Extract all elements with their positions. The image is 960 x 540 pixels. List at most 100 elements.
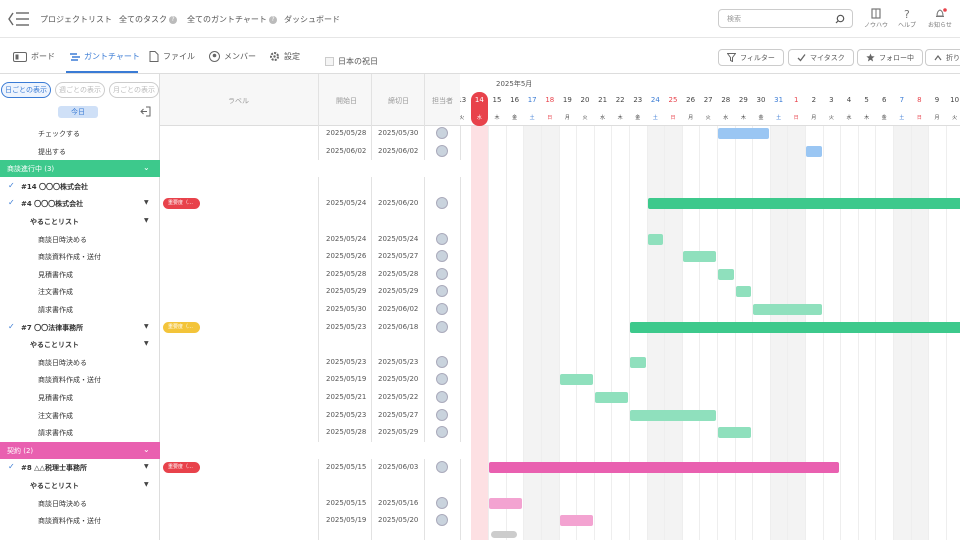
day-view-button[interactable]: 日ごとの表示 — [1, 82, 51, 98]
help-button[interactable]: ? ヘルプ — [892, 8, 922, 29]
table-row[interactable]: #14 〇〇〇株式会社 ✓ — [0, 178, 460, 196]
holiday-checkbox[interactable]: 日本の祝日 — [325, 56, 378, 67]
nav-all-tasks[interactable]: 全てのタスク? — [119, 14, 177, 25]
gantt-bar[interactable] — [630, 356, 646, 368]
start-column-header: 開始日 — [336, 97, 357, 105]
caret-down-icon[interactable]: ▼ — [144, 323, 149, 330]
check-icon: ✓ — [8, 180, 15, 190]
gantt-bar[interactable] — [718, 268, 734, 280]
chevron-down-icon[interactable]: ⌄ — [143, 445, 150, 454]
table-row[interactable]: 見積書作成 2025/05/28 2025/05/28 — [0, 266, 460, 284]
table-row[interactable]: やることリスト ▼ — [0, 213, 460, 231]
gantt-bar[interactable] — [718, 427, 752, 439]
chevron-down-icon[interactable]: ⌄ — [143, 163, 150, 172]
table-row[interactable]: やることリスト ▼ — [0, 477, 460, 495]
table-row[interactable]: #7 〇〇法律事務所 ✓ ▼ 重要度（… 2025/05/23 2025/06/18 — [0, 319, 460, 337]
collapse-menu-icon[interactable] — [8, 10, 30, 28]
search-input[interactable]: 検索 — [718, 9, 853, 28]
day-column — [857, 74, 876, 540]
knowhow-button[interactable]: ノウハウ — [861, 8, 891, 29]
day-number: 27 — [703, 96, 713, 104]
caret-down-icon[interactable]: ▼ — [144, 217, 149, 224]
priority-badge: 重要度（… — [163, 462, 200, 474]
gantt-bar[interactable] — [630, 321, 960, 333]
task-name: 商談資料作成・送付 — [38, 253, 101, 262]
gantt-bar[interactable] — [559, 515, 593, 527]
table-row[interactable]: 商談資料作成・送付 2025/05/26 2025/05/27 — [0, 248, 460, 266]
weekday-label: 火 — [828, 115, 834, 121]
tab-file[interactable]: ファイル — [149, 51, 195, 62]
day-number: 6 — [881, 96, 887, 104]
caret-down-icon[interactable]: ▼ — [144, 340, 149, 347]
gantt-bar[interactable] — [594, 392, 628, 403]
gantt-bar[interactable] — [630, 409, 716, 421]
weekday-label: 水 — [723, 115, 729, 121]
avatar — [436, 373, 448, 386]
end-date: 2025/05/20 — [378, 375, 419, 384]
tab-gantt[interactable]: ガントチャート — [70, 51, 140, 62]
task-name: 請求書作成 — [38, 306, 73, 314]
table-row[interactable]: 注文書作成 2025/05/29 2025/05/29 — [0, 283, 460, 301]
tab-board[interactable]: ボード — [13, 51, 55, 62]
nav-dashboard[interactable]: ダッシュボード — [284, 14, 340, 25]
table-row[interactable]: 商談資料作成・送付 2025/05/19 2025/05/20 — [0, 512, 460, 530]
table-row[interactable]: 商談資料作成・送付 2025/05/19 2025/05/20 — [0, 371, 460, 389]
nav-project-list[interactable]: プロジェクトリスト — [40, 14, 112, 25]
gantt-bar[interactable] — [647, 198, 960, 210]
table-row[interactable]: 提出する 2025/06/02 2025/06/02 — [0, 143, 460, 161]
table-row[interactable]: やることリスト ▼ — [0, 336, 460, 354]
tab-file-label: ファイル — [163, 52, 195, 61]
gantt-bar[interactable] — [735, 286, 752, 298]
table-row[interactable]: #4 〇〇〇株式会社 ✓ ▼ 重要度（… 2025/05/24 2025/06/20 — [0, 195, 460, 213]
month-view-button[interactable]: 月ごとの表示 — [109, 82, 159, 98]
filter-button[interactable]: フィルター — [718, 49, 784, 66]
gantt-bar[interactable] — [753, 304, 822, 315]
horizontal-scrollbar[interactable] — [491, 531, 517, 538]
gantt-bar[interactable] — [647, 233, 664, 245]
mytask-button[interactable]: マイタスク — [788, 49, 854, 66]
gantt-bar[interactable] — [806, 145, 822, 157]
gantt-bar[interactable] — [489, 497, 523, 509]
tab-settings[interactable]: 設定 — [269, 51, 300, 62]
gantt-bar[interactable] — [559, 374, 593, 386]
table-row[interactable]: #8 △△税理士事務所 ✓ ▼ 重要度（… 2025/05/15 2025/06/03 — [0, 459, 460, 477]
start-date: 2025/05/19 — [326, 375, 367, 384]
exit-icon[interactable] — [140, 106, 151, 117]
caret-down-icon[interactable]: ▼ — [144, 463, 149, 470]
weekday-label: 金 — [758, 115, 764, 121]
gantt-bar[interactable] — [682, 251, 716, 263]
table-row[interactable]: チェックする 2025/05/28 2025/05/30 — [0, 125, 460, 143]
table-row[interactable]: 請求書作成 2025/05/30 2025/06/02 — [0, 301, 460, 319]
weekday-label: 土 — [529, 115, 535, 121]
table-row[interactable]: 商談日時決める 2025/05/23 2025/05/23 — [0, 354, 460, 372]
group-header[interactable]: 契約 (2) ⌄ — [0, 441, 160, 459]
day-number: 2 — [811, 96, 817, 104]
table-row[interactable]: 商談日時決める 2025/05/15 2025/05/16 — [0, 495, 460, 513]
today-button[interactable]: 今日 — [58, 106, 98, 118]
table-row[interactable]: 注文書作成 2025/05/23 2025/05/27 — [0, 407, 460, 425]
month-label: 2025年5月 — [496, 80, 533, 88]
week-view-button[interactable]: 週ごとの表示 — [55, 82, 105, 98]
caret-down-icon[interactable]: ▼ — [144, 199, 149, 206]
day-column — [840, 74, 858, 540]
group-header[interactable]: 商談進行中 (3) ⌄ — [0, 160, 160, 178]
end-date: 2025/06/18 — [378, 322, 419, 331]
tab-member[interactable]: メンバー — [209, 51, 256, 62]
filter-icon — [727, 53, 736, 62]
notifications-button[interactable]: お知らせ — [925, 8, 955, 29]
follow-button[interactable]: フォロー中 — [857, 49, 923, 66]
table-row[interactable]: 請求書作成 2025/05/28 2025/05/29 — [0, 424, 460, 442]
nav-all-gantt[interactable]: 全てのガントチャート? — [187, 14, 277, 25]
table-row[interactable]: 商談日時決める 2025/05/24 2025/05/24 — [0, 231, 460, 249]
gantt-bar[interactable] — [489, 462, 840, 474]
day-number: 9 — [934, 96, 940, 104]
gantt-bar[interactable] — [718, 128, 769, 139]
fold-button[interactable]: 折り — [925, 49, 960, 66]
book-icon — [871, 8, 881, 19]
task-name: 商談資料作成・送付 — [38, 517, 101, 526]
task-name: 見積書作成 — [38, 394, 73, 402]
caret-down-icon[interactable]: ▼ — [144, 481, 149, 488]
start-date: 2025/05/30 — [326, 305, 367, 313]
table-row[interactable]: 見積書作成 2025/05/21 2025/05/22 — [0, 389, 460, 407]
weekday-label: 水 — [600, 115, 606, 121]
